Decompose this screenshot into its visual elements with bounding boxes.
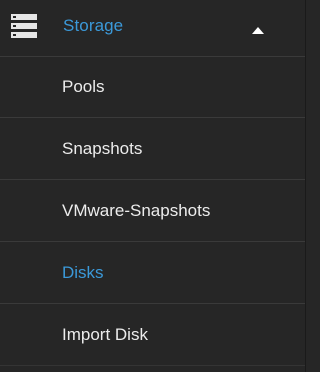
sidebar-submenu: Pools Snapshots VMware-Snapshots Disks I… [0,56,305,366]
sidebar-item-label: Import Disk [62,325,148,344]
sidebar-item-label: Pools [62,77,105,96]
sidebar-item-vmware-snapshots[interactable]: VMware-Snapshots [0,180,305,242]
sidebar-section-storage[interactable]: Storage [0,0,305,57]
sidebar-section-label: Storage [63,16,124,35]
sidebar-item-snapshots[interactable]: Snapshots [0,118,305,180]
sidebar-item-disks[interactable]: Disks [0,242,305,304]
storage-icon [11,14,37,38]
sidebar-item-pools[interactable]: Pools [0,56,305,118]
sidebar-nav: Storage Pools Snapshots VMware-Snapshots… [0,0,306,372]
chevron-up-icon[interactable] [252,21,264,34]
sidebar-item-label: Snapshots [62,139,143,158]
sidebar-item-import-disk[interactable]: Import Disk [0,304,305,366]
sidebar-item-label: VMware-Snapshots [62,201,211,220]
sidebar-item-label: Disks [62,263,104,282]
